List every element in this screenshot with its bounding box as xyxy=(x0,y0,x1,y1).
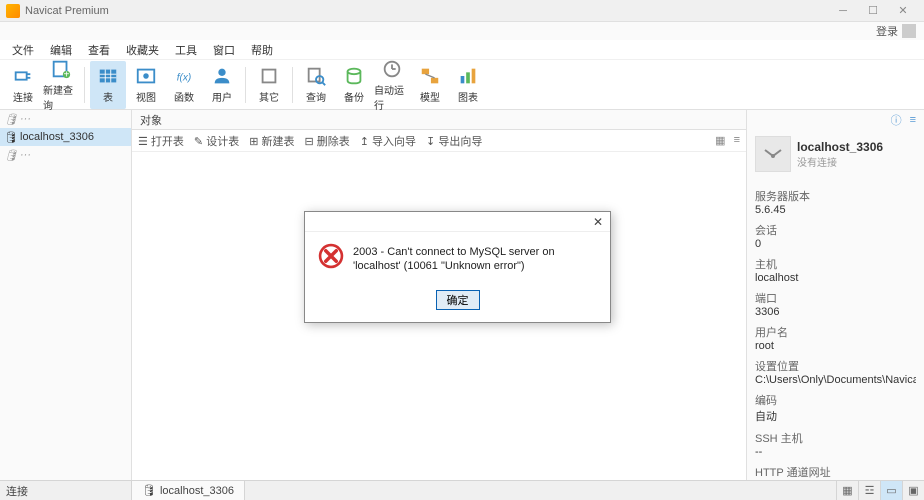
tool-backup[interactable]: 备份 xyxy=(336,61,372,109)
menu-file[interactable]: 文件 xyxy=(4,42,42,58)
menubar: 文件 编辑 查看 收藏夹 工具 窗口 帮助 xyxy=(0,40,924,60)
list-icon[interactable]: ≡ xyxy=(910,114,916,126)
toolbar-separator xyxy=(292,67,293,103)
object-toolbar: ☰ 打开表 ✎ 设计表 ⊞ 新建表 ⊟ 删除表 ↥ 导入向导 ↧ 导出向导 ▦ … xyxy=(132,130,746,152)
grid-view-icon[interactable]: ▦ xyxy=(715,134,725,147)
search-icon xyxy=(305,65,327,87)
tool-table[interactable]: 表 xyxy=(90,61,126,109)
connection-item[interactable]: 🛢··· xyxy=(0,146,131,164)
tool-model[interactable]: 模型 xyxy=(412,61,448,109)
tool-other[interactable]: 其它 xyxy=(251,61,287,109)
status-tab[interactable]: 🛢 localhost_3306 xyxy=(132,481,245,500)
chart-icon xyxy=(457,65,479,87)
toolbar: 连接 +新建查询 表 视图 f(x)函数 用户 其它 查询 备份 自动运行 模型… xyxy=(0,60,924,110)
status-view-2[interactable]: ☲ xyxy=(858,481,880,500)
dialog-message: 2003 - Can't connect to MySQL server on … xyxy=(353,242,598,274)
property-list: 服务器版本5.6.45 会话0 主机localhost 端口3306 用户名ro… xyxy=(747,178,924,480)
tool-chart[interactable]: 图表 xyxy=(450,61,486,109)
menu-view[interactable]: 查看 xyxy=(80,42,118,58)
connection-item-localhost[interactable]: 🛢localhost_3306 xyxy=(0,128,131,146)
tool-new-query[interactable]: +新建查询 xyxy=(43,61,79,109)
menu-window[interactable]: 窗口 xyxy=(205,42,243,58)
status-view-3[interactable]: ▭ xyxy=(880,481,902,500)
status-view-4[interactable]: ▣ xyxy=(902,481,924,500)
info-icon[interactable]: ⓘ xyxy=(891,112,902,128)
ok-button[interactable]: 确定 xyxy=(436,290,480,310)
error-icon xyxy=(317,242,345,270)
titlebar: Navicat Premium ─ ☐ ✕ xyxy=(0,0,924,22)
import-wizard-button[interactable]: ↥ 导入向导 xyxy=(360,133,416,149)
error-dialog: ✕ 2003 - Can't connect to MySQL server o… xyxy=(304,211,611,323)
delete-table-button[interactable]: ⊟ 删除表 xyxy=(304,133,349,149)
menu-tools[interactable]: 工具 xyxy=(167,42,205,58)
fx-icon: f(x) xyxy=(173,65,195,87)
table-icon xyxy=(97,65,119,87)
connection-item[interactable]: 🛢··· xyxy=(0,110,131,128)
connection-thumb-icon xyxy=(755,136,791,172)
tool-autorun[interactable]: 自动运行 xyxy=(374,61,410,109)
dialog-close-button[interactable]: ✕ xyxy=(590,214,606,230)
svg-text:+: + xyxy=(64,69,70,80)
tool-user[interactable]: 用户 xyxy=(204,61,240,109)
object-header: 对象 xyxy=(132,110,746,130)
info-title: localhost_3306 xyxy=(797,140,883,154)
menu-favorites[interactable]: 收藏夹 xyxy=(118,42,167,58)
plug-icon xyxy=(12,65,34,87)
avatar-icon[interactable] xyxy=(902,24,916,38)
app-icon xyxy=(6,4,20,18)
app-title: Navicat Premium xyxy=(25,5,828,17)
maximize-button[interactable]: ☐ xyxy=(858,0,888,22)
connection-tree: 🛢··· 🛢localhost_3306 🛢··· xyxy=(0,110,132,480)
login-link[interactable]: 登录 xyxy=(876,23,898,39)
model-icon xyxy=(419,65,441,87)
status-left-label: 连接 xyxy=(0,481,132,500)
info-panel: ⓘ ≡ localhost_3306 没有连接 服务器版本5.6.45 会话0 … xyxy=(746,110,924,480)
toolbar-separator xyxy=(245,67,246,103)
db-icon: 🛢 xyxy=(142,484,156,497)
list-view-icon[interactable]: ≡ xyxy=(734,134,740,147)
open-table-button[interactable]: ☰ 打开表 xyxy=(138,133,184,149)
info-subtitle: 没有连接 xyxy=(797,154,883,169)
login-row: 登录 xyxy=(0,22,924,40)
tool-function[interactable]: f(x)函数 xyxy=(166,61,202,109)
new-table-button[interactable]: ⊞ 新建表 xyxy=(249,133,294,149)
clock-icon xyxy=(381,58,403,80)
db-icon: 🛢 xyxy=(4,113,16,125)
tool-connection[interactable]: 连接 xyxy=(5,61,41,109)
view-icon xyxy=(135,65,157,87)
close-button[interactable]: ✕ xyxy=(888,0,918,22)
toolbar-separator xyxy=(84,67,85,103)
export-wizard-button[interactable]: ↧ 导出向导 xyxy=(426,133,482,149)
backup-icon xyxy=(343,65,365,87)
minimize-button[interactable]: ─ xyxy=(828,0,858,22)
db-icon: 🛢 xyxy=(4,131,16,143)
query-icon: + xyxy=(50,58,72,80)
user-icon xyxy=(211,65,233,87)
db-icon: 🛢 xyxy=(4,149,16,161)
tool-view[interactable]: 视图 xyxy=(128,61,164,109)
tool-query[interactable]: 查询 xyxy=(298,61,334,109)
statusbar: 连接 🛢 localhost_3306 ▦ ☲ ▭ ▣ xyxy=(0,480,924,500)
menu-help[interactable]: 帮助 xyxy=(243,42,281,58)
svg-text:f(x): f(x) xyxy=(177,73,192,84)
menu-edit[interactable]: 编辑 xyxy=(42,42,80,58)
design-table-button[interactable]: ✎ 设计表 xyxy=(194,133,239,149)
other-icon xyxy=(258,65,280,87)
status-view-1[interactable]: ▦ xyxy=(836,481,858,500)
